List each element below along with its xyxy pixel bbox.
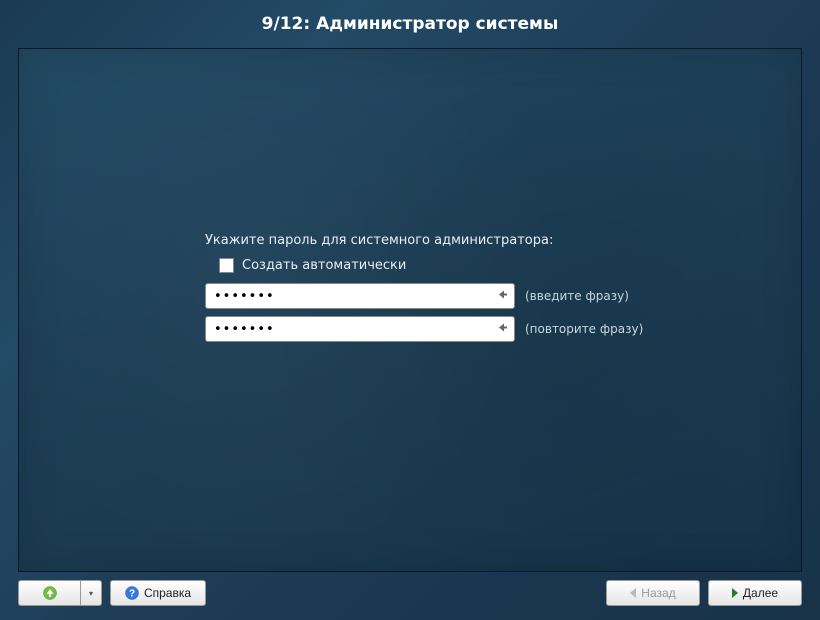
- confirm-input[interactable]: [214, 322, 492, 337]
- confirm-field-wrap: [205, 316, 515, 342]
- keyboard-layout-icon: [498, 323, 508, 336]
- next-label: Далее: [743, 586, 778, 600]
- prompt-label: Укажите пароль для системного администра…: [205, 233, 645, 248]
- auto-generate-row: Создать автоматически: [205, 258, 645, 273]
- password-hint: (введите фразу): [525, 289, 629, 303]
- password-field-wrap: [205, 283, 515, 309]
- help-button[interactable]: ? Справка: [110, 580, 206, 606]
- chevron-left-icon: [630, 588, 636, 598]
- keyboard-layout-icon: [498, 290, 508, 303]
- installer-window: 9/12: Администратор системы Укажите паро…: [0, 0, 820, 620]
- svg-text:?: ?: [129, 589, 135, 600]
- chevron-down-icon: ▾: [89, 589, 93, 598]
- password-form: Укажите пароль для системного администра…: [205, 233, 645, 349]
- password-row: (введите фразу): [205, 283, 645, 309]
- help-label: Справка: [144, 586, 191, 600]
- back-label: Назад: [641, 586, 675, 600]
- password-input[interactable]: [214, 289, 492, 304]
- next-button[interactable]: Далее: [708, 580, 802, 606]
- confirm-row: (повторите фразу): [205, 316, 645, 342]
- page-title: 9/12: Администратор системы: [0, 0, 820, 44]
- confirm-hint: (повторите фразу): [525, 322, 643, 336]
- auto-generate-checkbox[interactable]: [219, 258, 234, 273]
- main-panel: Укажите пароль для системного администра…: [18, 48, 802, 572]
- back-button[interactable]: Назад: [606, 580, 700, 606]
- home-icon: [43, 586, 57, 600]
- chevron-right-icon: [732, 588, 738, 598]
- footer-bar: ▾ ? Справка Назад Далее: [18, 580, 802, 606]
- help-icon: ?: [125, 586, 139, 600]
- auto-generate-label: Создать автоматически: [242, 258, 406, 273]
- home-dropdown-button[interactable]: ▾: [80, 580, 102, 606]
- home-button[interactable]: [18, 580, 80, 606]
